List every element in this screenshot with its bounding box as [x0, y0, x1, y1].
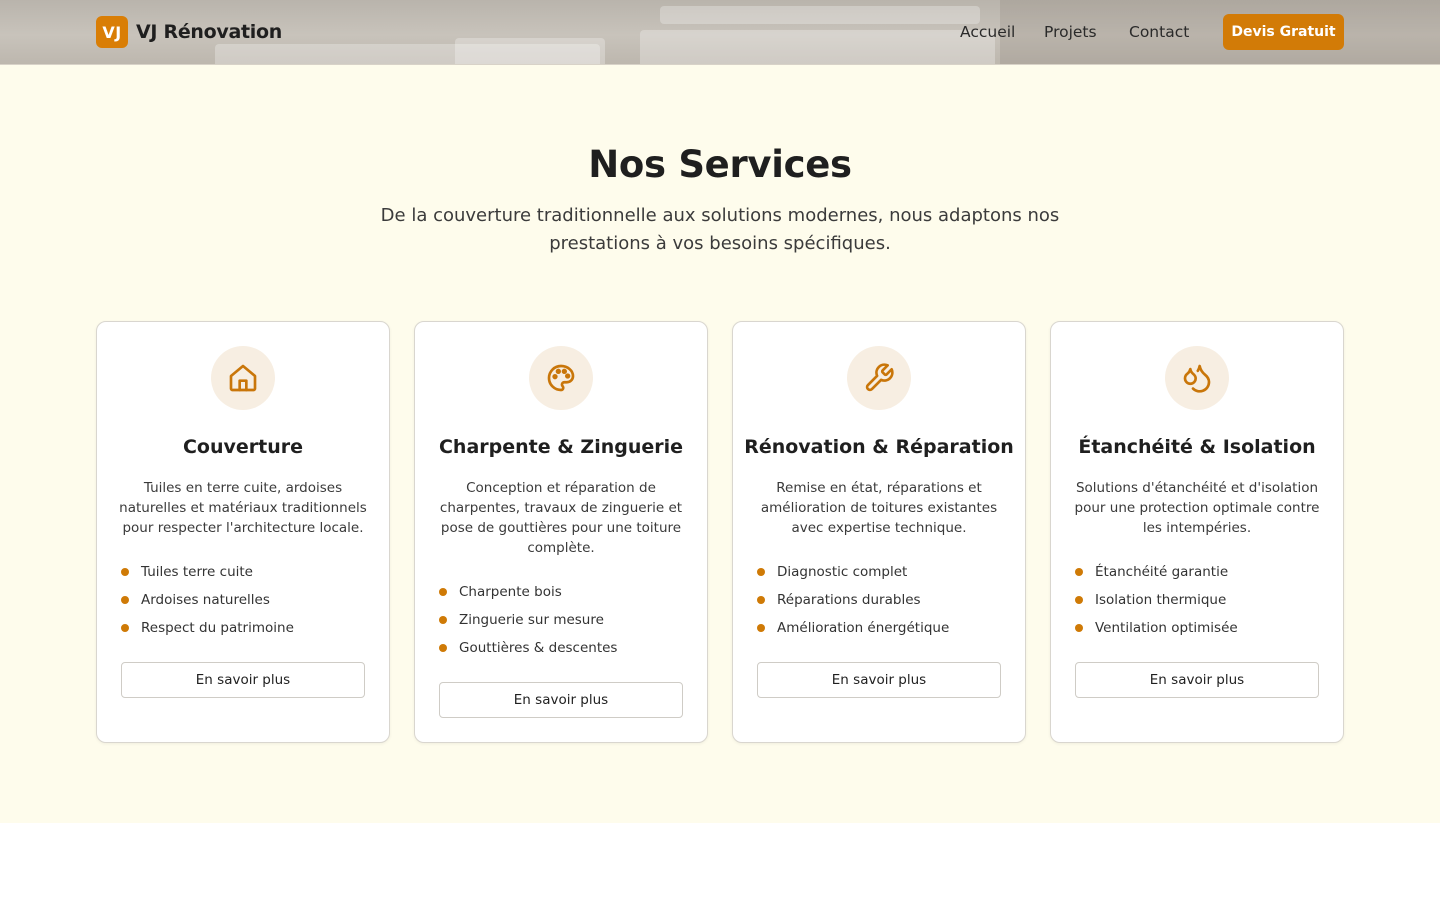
icon-badge	[847, 346, 911, 410]
card-title: Couverture	[182, 436, 304, 458]
bullet-dot	[121, 568, 129, 576]
service-card-charpente: Charpente & Zinguerie Conception et répa…	[414, 321, 708, 743]
nav-link-accueil[interactable]: Accueil	[960, 23, 1015, 41]
bullet-dot	[757, 624, 765, 632]
section-title: Nos Services	[588, 143, 852, 186]
feature-list: Diagnostic complet Réparations durables …	[757, 558, 1007, 642]
card-title: Charpente & Zinguerie	[438, 436, 684, 458]
feature-label: Charpente bois	[459, 584, 562, 600]
brand-logo: VJ	[96, 16, 128, 48]
list-item: Isolation thermique	[1075, 586, 1325, 614]
header-background-shape	[660, 6, 980, 24]
learn-more-button[interactable]: En savoir plus	[121, 662, 365, 698]
icon-badge	[529, 346, 593, 410]
service-card-etancheite: Étanchéité & Isolation Solutions d'étanc…	[1050, 321, 1344, 743]
bullet-dot	[757, 568, 765, 576]
list-item: Ventilation optimisée	[1075, 614, 1325, 642]
list-item: Réparations durables	[757, 586, 1007, 614]
bullet-dot	[439, 644, 447, 652]
icon-badge	[211, 346, 275, 410]
learn-more-button[interactable]: En savoir plus	[757, 662, 1001, 698]
feature-label: Gouttières & descentes	[459, 640, 618, 656]
list-item: Gouttières & descentes	[439, 634, 689, 662]
bullet-dot	[1075, 596, 1083, 604]
service-card-couverture: Couverture Tuiles en terre cuite, ardois…	[96, 321, 390, 743]
feature-list: Charpente bois Zinguerie sur mesure Gout…	[439, 578, 689, 662]
feature-label: Tuiles terre cuite	[141, 564, 253, 580]
feature-list: Étanchéité garantie Isolation thermique …	[1075, 558, 1325, 642]
quote-button[interactable]: Devis Gratuit	[1223, 14, 1344, 50]
bullet-dot	[757, 596, 765, 604]
feature-label: Respect du patrimoine	[141, 620, 294, 636]
palette-icon	[547, 364, 575, 392]
wrench-icon	[865, 363, 894, 392]
card-title: Étanchéité & Isolation	[1078, 436, 1316, 458]
feature-label: Ventilation optimisée	[1095, 620, 1238, 636]
feature-list: Tuiles terre cuite Ardoises naturelles R…	[121, 558, 371, 642]
feature-label: Étanchéité garantie	[1095, 564, 1229, 580]
card-description: Solutions d'étanchéité et d'isolation po…	[1074, 480, 1320, 536]
learn-more-button[interactable]: En savoir plus	[1075, 662, 1319, 698]
learn-more-button[interactable]: En savoir plus	[439, 682, 683, 718]
bullet-dot	[1075, 624, 1083, 632]
site-header: VJ VJ Rénovation Accueil Projets Contact…	[0, 0, 1440, 65]
feature-label: Réparations durables	[777, 592, 921, 608]
services-section: Nos Services De la couverture traditionn…	[0, 65, 1440, 823]
bullet-dot	[439, 588, 447, 596]
house-icon	[229, 364, 257, 392]
card-description: Conception et réparation de charpentes, …	[439, 480, 683, 556]
droplets-icon	[1183, 364, 1211, 393]
header-background-shape	[640, 30, 995, 64]
list-item: Ardoises naturelles	[121, 586, 371, 614]
list-item: Tuiles terre cuite	[121, 558, 371, 586]
service-card-renovation: Rénovation & Réparation Remise en état, …	[732, 321, 1026, 743]
list-item: Charpente bois	[439, 578, 689, 606]
brand[interactable]: VJ VJ Rénovation	[96, 16, 282, 48]
feature-label: Ardoises naturelles	[141, 592, 270, 608]
card-description: Tuiles en terre cuite, ardoises naturell…	[119, 480, 367, 536]
feature-label: Zinguerie sur mesure	[459, 612, 604, 628]
card-title: Rénovation & Réparation	[744, 436, 1014, 458]
bullet-dot	[1075, 568, 1083, 576]
bullet-dot	[121, 624, 129, 632]
bullet-dot	[121, 596, 129, 604]
list-item: Étanchéité garantie	[1075, 558, 1325, 586]
card-description: Remise en état, réparations et améliorat…	[760, 480, 998, 536]
feature-label: Diagnostic complet	[777, 564, 908, 580]
list-item: Respect du patrimoine	[121, 614, 371, 642]
list-item: Diagnostic complet	[757, 558, 1007, 586]
brand-name: VJ Rénovation	[136, 21, 282, 43]
nav-link-contact[interactable]: Contact	[1129, 23, 1189, 41]
header-background-shape	[455, 38, 605, 64]
section-subtitle: De la couverture traditionnelle aux solu…	[380, 205, 1060, 254]
feature-label: Isolation thermique	[1095, 592, 1227, 608]
nav-link-projets[interactable]: Projets	[1044, 23, 1097, 41]
bullet-dot	[439, 616, 447, 624]
list-item: Amélioration énergétique	[757, 614, 1007, 642]
feature-label: Amélioration énergétique	[777, 620, 950, 636]
list-item: Zinguerie sur mesure	[439, 606, 689, 634]
icon-badge	[1165, 346, 1229, 410]
